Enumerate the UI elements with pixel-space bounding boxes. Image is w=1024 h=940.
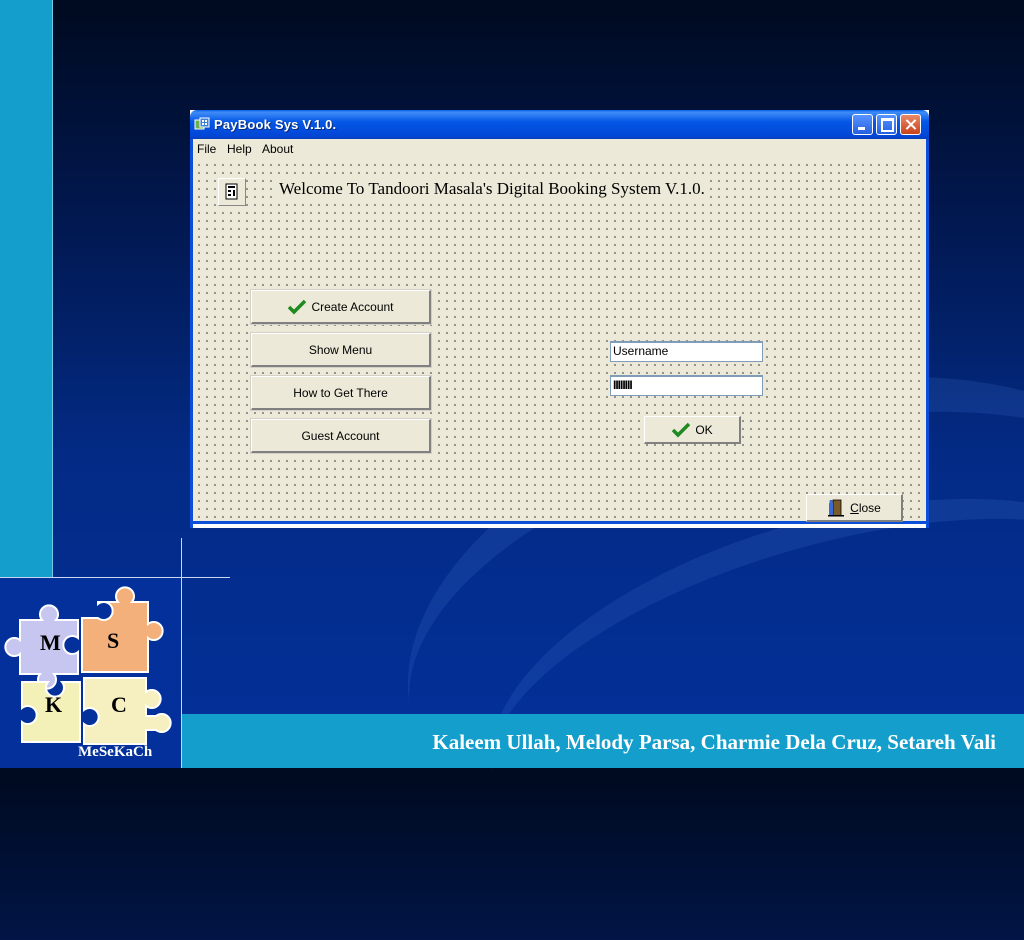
username-field[interactable]: Username [610,341,763,362]
check-icon [288,299,307,314]
show-menu-label: Show Menu [308,342,373,357]
logo-letter-s: S [107,628,120,653]
check-icon [672,422,691,437]
logo-letter-c: C [111,692,127,717]
show-menu-button[interactable]: Show Menu [250,332,432,368]
close-window-button[interactable] [900,114,921,135]
left-accent-strip [0,0,53,578]
authors-text: Kaleem Ullah, Melody Parsa, Charmie Dela… [432,730,996,754]
logo-letter-m: M [40,630,61,655]
ok-button[interactable]: OK [644,416,741,444]
maximize-button[interactable] [876,114,897,135]
window-border [926,139,929,528]
form-icon[interactable] [218,178,246,206]
door-exit-icon [828,499,845,516]
footer-bar: Kaleem Ullah, Melody Parsa, Charmie Dela… [182,714,1024,768]
welcome-heading: Welcome To Tandoori Masala's Digital Boo… [277,179,707,199]
close-label: lose [858,500,881,515]
menu-help[interactable]: Help [227,142,252,156]
application-window: PayBook Sys V.1.0. File Help About Welco… [190,110,929,528]
create-account-button[interactable]: Create Account [250,289,432,325]
ok-label: OK [695,422,713,437]
logo-caption: MeSeKaCh [78,744,153,760]
how-to-get-there-label: How to Get There [293,385,388,400]
menu-bar: File Help About [193,139,926,159]
form-client-area: File Help About Welcome To Tandoori Masa… [193,139,926,522]
how-to-get-there-button[interactable]: How to Get There [250,375,432,411]
password-field[interactable]: IIIIIIII [610,375,763,396]
guest-account-label: Guest Account [301,428,380,443]
minimize-button[interactable] [852,114,873,135]
title-bar[interactable]: PayBook Sys V.1.0. [190,110,929,139]
app-icon [194,117,210,131]
window-title: PayBook Sys V.1.0. [214,117,337,132]
close-button[interactable]: Close [806,494,903,522]
logo-area: M S K C [0,578,181,768]
menu-about[interactable]: About [262,142,293,156]
menu-file[interactable]: File [197,142,216,156]
create-account-label: Create Account [311,299,394,314]
guest-account-button[interactable]: Guest Account [250,418,432,454]
logo-letter-k: K [45,692,63,717]
puzzle-logo [4,586,172,745]
close-label-mnemonic: C [850,500,859,515]
